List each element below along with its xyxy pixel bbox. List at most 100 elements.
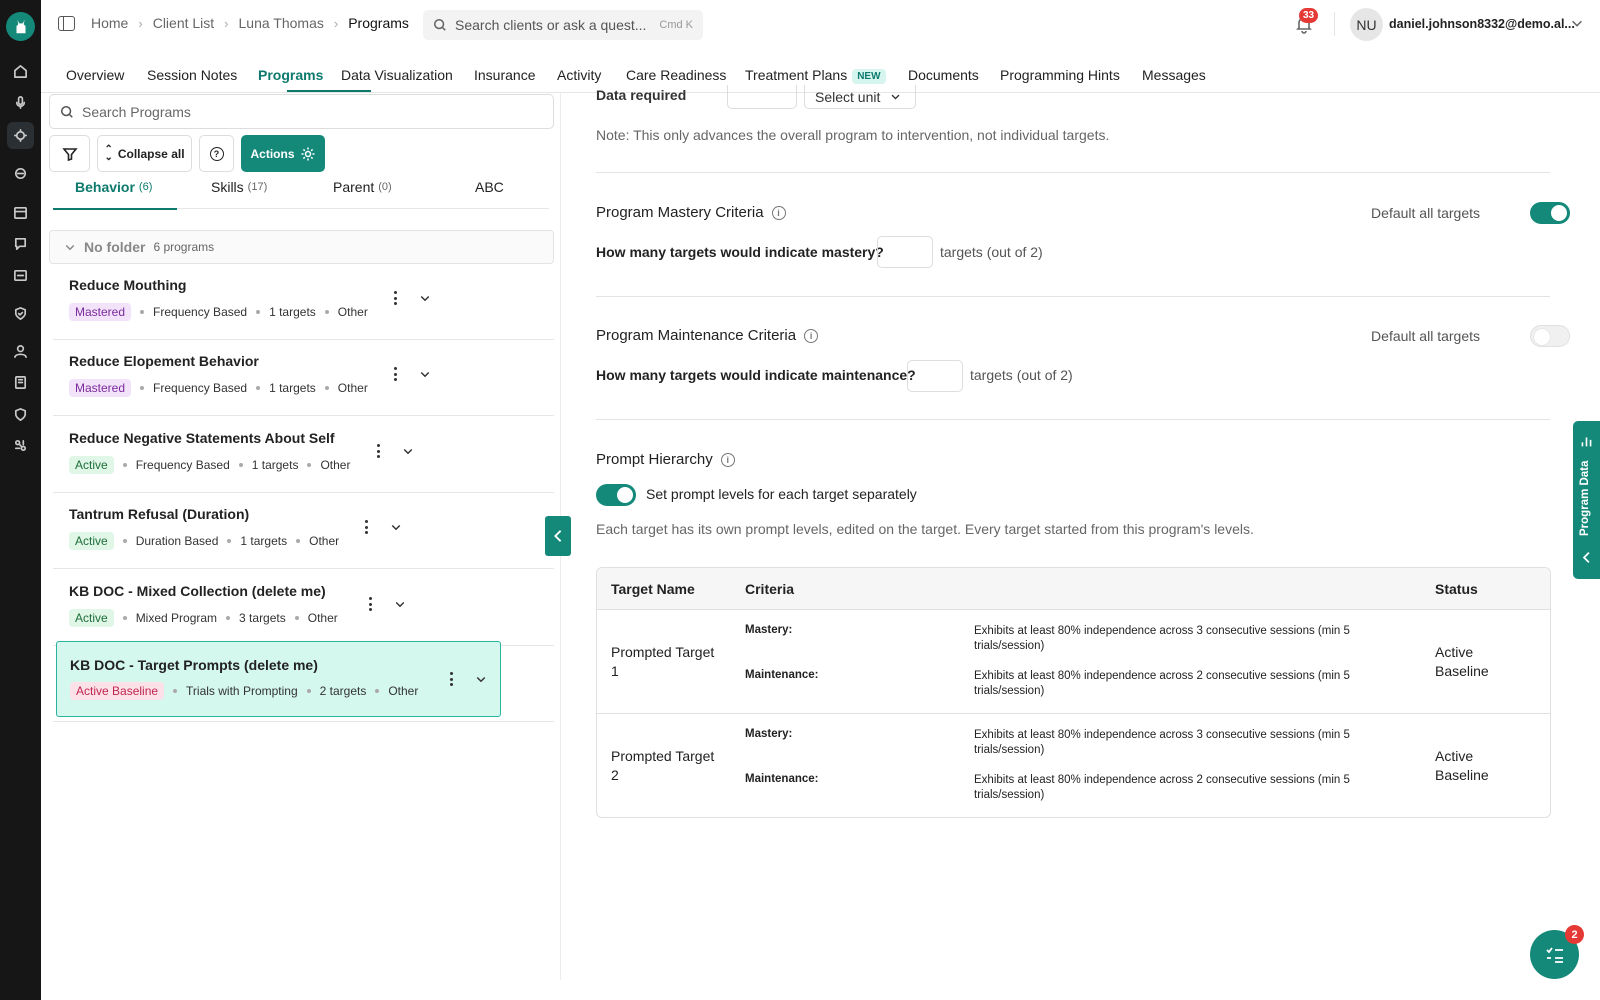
search-icon [60,105,73,118]
avatar[interactable]: NU [1350,8,1383,41]
book-icon[interactable] [12,374,29,391]
info-icon[interactable]: i [720,452,735,467]
global-search-placeholder: Search clients or ask a quest... [455,17,647,33]
program-item[interactable]: Reduce Mouthing Mastered Frequency Based… [53,264,554,340]
tab-messages[interactable]: Messages [1142,67,1206,83]
programs-panel: Search Programs ⌃ ⌄ Collapse all ? Action… [41,93,561,980]
program-type: Duration Based [135,534,219,548]
folder-header[interactable]: No folder 6 programs [49,230,554,264]
tab-data-visualization[interactable]: Data Visualization [341,67,453,83]
help-button[interactable]: ? [199,135,234,172]
shield-check-icon[interactable] [12,305,29,322]
tab-programs[interactable]: Programs [258,67,323,83]
breadcrumb-home[interactable]: Home [91,15,128,31]
chevron-down-icon[interactable] [1570,16,1584,30]
maintenance-targets-input[interactable] [907,360,963,392]
new-badge: NEW [852,69,886,84]
mastery-criteria: Exhibits at least 80% independence acros… [974,625,1350,652]
chevron-down-icon[interactable] [394,598,406,610]
tab-treatment-plans[interactable]: Treatment Plans NEW [745,67,886,84]
program-name: Reduce Elopement Behavior [69,353,259,369]
program-item-selected[interactable]: KB DOC - Target Prompts (delete me) Acti… [56,641,501,717]
notification-badge: 33 [1299,8,1319,23]
breadcrumb-client-list[interactable]: Client List [153,15,214,31]
chevron-down-icon[interactable] [419,368,431,380]
tab-abc[interactable]: ABC [475,179,504,195]
tab-skills[interactable]: Skills (17) [211,179,267,195]
dot-separator [226,616,231,620]
tab-session-notes[interactable]: Session Notes [147,67,237,83]
select-unit-dropdown[interactable]: Select unit [804,85,916,109]
program-item[interactable]: Reduce Negative Statements About Self Ac… [53,417,554,493]
tab-parent[interactable]: Parent (0) [333,179,392,195]
mastery-title: Program Mastery Criteria [596,204,764,221]
chevron-down-icon[interactable] [402,445,414,457]
chat-icon[interactable] [12,235,29,252]
chevron-down-icon[interactable] [419,292,431,304]
maintenance-question: How many targets would indicate maintena… [596,367,916,383]
chevron-right-icon: › [333,15,339,31]
home-icon[interactable] [12,63,29,80]
program-type: Mixed Program [135,611,218,625]
tab-treatment-plans-label: Treatment Plans [745,67,848,83]
tab-care-readiness[interactable]: Care Readiness [626,67,726,83]
info-icon[interactable]: i [804,328,819,343]
chevron-down-icon[interactable] [390,521,402,533]
kebab-menu-icon[interactable] [449,672,453,686]
kebab-menu-icon[interactable] [376,444,380,458]
dot-separator [122,539,127,543]
kebab-menu-icon[interactable] [364,520,368,534]
shield-icon[interactable] [12,406,29,423]
user-icon[interactable] [12,343,29,360]
chevron-down-icon[interactable] [475,673,487,685]
prompt-separate-toggle[interactable] [596,484,636,506]
program-type-tabs: Behavior (6) Skills (17) Parent (0) ABC [53,179,549,209]
status-badge: Mastered [69,379,132,397]
tab-behavior[interactable]: Behavior (6) [75,179,152,195]
actions-label: Actions [250,146,295,161]
tab-documents[interactable]: Documents [908,67,979,83]
tab-activity[interactable]: Activity [557,67,601,83]
kebab-menu-icon[interactable] [393,291,397,305]
table-header: Target Name Criteria Status [597,568,1550,610]
mastery-default-toggle[interactable] [1530,202,1570,224]
program-data-tab[interactable]: Program Data [1573,421,1600,579]
program-item[interactable]: Reduce Elopement Behavior Mastered Frequ… [53,340,554,416]
program-item[interactable]: KB DOC - Mixed Collection (delete me) Ac… [53,570,554,646]
program-name: KB DOC - Target Prompts (delete me) [70,657,318,673]
kebab-menu-icon[interactable] [393,367,397,381]
dot-separator [238,463,243,467]
clients-icon[interactable] [7,122,34,149]
mastery-targets-input[interactable] [877,236,933,268]
table-row[interactable]: Prompted Target 1 Mastery: Exhibits at l… [597,610,1550,714]
tab-insurance[interactable]: Insurance [474,67,535,83]
brain-icon[interactable] [12,165,29,182]
microphone-icon[interactable] [12,94,29,111]
sidebar-toggle-icon[interactable] [58,16,75,31]
info-icon[interactable]: i [771,205,786,220]
tab-overview[interactable]: Overview [66,67,124,83]
data-required-input[interactable] [727,85,797,109]
table-row[interactable]: Prompted Target 2 Mastery: Exhibits at l… [597,714,1550,817]
kebab-menu-icon[interactable] [368,597,372,611]
llama-logo-icon[interactable] [6,12,35,41]
collapse-all-button[interactable]: ⌃ ⌄ Collapse all [97,135,192,172]
divider [596,296,1550,297]
integrations-icon[interactable] [12,437,29,454]
maintenance-default-toggle[interactable] [1530,325,1570,347]
billing-icon[interactable] [12,267,29,284]
calendar-icon[interactable] [12,204,29,221]
actions-button[interactable]: Actions [241,135,325,172]
status-badge: Mastered [69,303,132,321]
program-item[interactable]: Tantrum Refusal (Duration) Active Durati… [53,493,554,569]
user-email[interactable]: daniel.johnson8332@demo.al... [1389,17,1575,31]
breadcrumb-current: Programs [348,15,409,31]
chevron-left-icon [1582,551,1590,564]
status-badge: Active [69,609,114,627]
targets-table: Target Name Criteria Status Prompted Tar… [596,567,1551,818]
filter-button[interactable] [49,135,90,172]
breadcrumb-client[interactable]: Luna Thomas [239,15,324,31]
program-search-input[interactable]: Search Programs [49,94,554,129]
tab-programming-hints[interactable]: Programming Hints [1000,67,1120,83]
global-search-input[interactable]: Search clients or ask a quest... Cmd K [423,10,703,40]
